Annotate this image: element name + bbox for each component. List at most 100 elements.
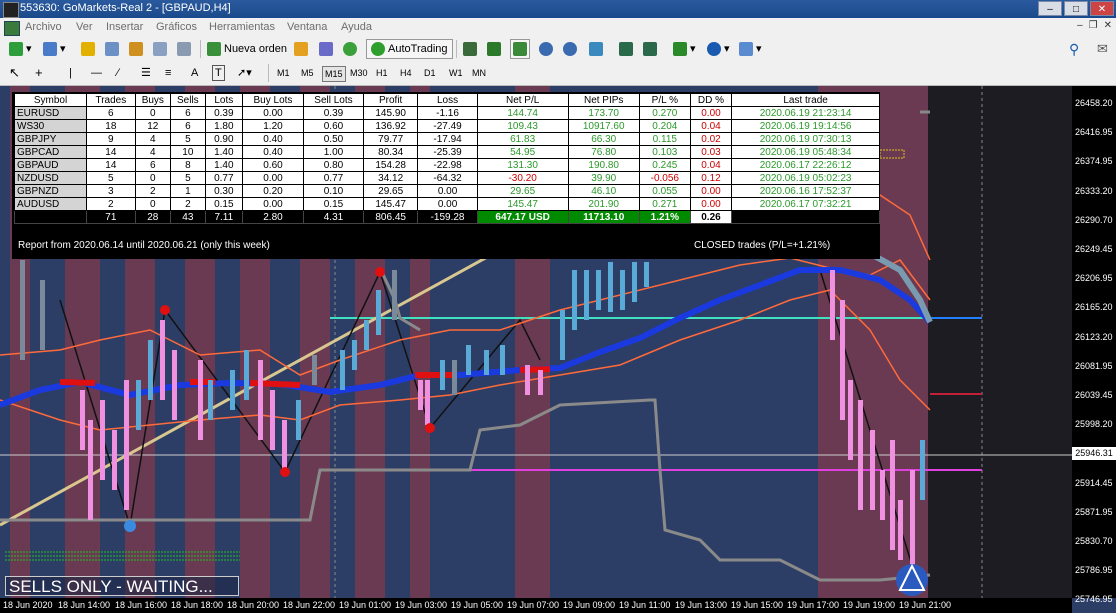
col-net-pips: Net PIPs bbox=[567, 93, 640, 107]
cell-buy-lots: 0.40 bbox=[242, 132, 304, 146]
candle bbox=[340, 350, 345, 390]
navigator-button[interactable] bbox=[128, 39, 144, 59]
fibonacci-icon[interactable]: ≡ bbox=[164, 63, 172, 83]
crosshair-tool-icon[interactable]: + bbox=[34, 63, 44, 83]
menu-ayuda[interactable]: Ayuda bbox=[341, 21, 372, 33]
timeframe-d1[interactable]: D1 bbox=[422, 66, 438, 80]
candle bbox=[100, 400, 105, 480]
swing-high-marker bbox=[425, 423, 435, 433]
candle bbox=[376, 290, 381, 335]
cell-sell-lots: 0.15 bbox=[302, 197, 365, 211]
meta-editor-button[interactable] bbox=[293, 39, 309, 59]
candle bbox=[632, 262, 637, 302]
close-icon[interactable]: ✕ bbox=[1090, 1, 1114, 16]
cell-net-pl: 131.30 bbox=[476, 158, 569, 172]
vertical-line-icon[interactable]: | bbox=[68, 63, 73, 83]
chart-restore-icon[interactable]: ❐ bbox=[1089, 20, 1098, 31]
candlestick-button[interactable] bbox=[486, 39, 502, 59]
terminal-button[interactable] bbox=[152, 39, 168, 59]
terminal-icon bbox=[153, 42, 167, 56]
new-chart-button[interactable]: ▾ bbox=[8, 39, 33, 59]
chart-minimize-icon[interactable]: – bbox=[1077, 20, 1083, 31]
chart-window-icon[interactable] bbox=[4, 21, 20, 36]
chart-shift-button[interactable] bbox=[618, 39, 634, 59]
signals-button[interactable] bbox=[318, 39, 334, 59]
autotrading-button[interactable]: AutoTrading bbox=[366, 39, 453, 59]
timeframe-m15[interactable]: M15 bbox=[322, 66, 346, 82]
timeframe-w1[interactable]: W1 bbox=[447, 66, 465, 80]
cell-dd-pct: 0.00 bbox=[689, 106, 733, 120]
line-chart-button[interactable] bbox=[510, 39, 530, 59]
col-loss: Loss bbox=[417, 93, 478, 107]
menu-archivo[interactable]: Archivo bbox=[25, 21, 62, 33]
candle bbox=[124, 380, 129, 510]
cell-pl-pct: -0.056 bbox=[638, 171, 691, 185]
chart-close-icon[interactable]: ✕ bbox=[1104, 20, 1112, 31]
candle bbox=[560, 310, 565, 360]
total-net-pips: 11713.10 bbox=[567, 210, 640, 224]
maximize-icon[interactable]: □ bbox=[1064, 1, 1088, 16]
text-label-icon[interactable]: T bbox=[212, 65, 225, 81]
cell-buy-lots: 0.60 bbox=[242, 158, 304, 172]
price-tick-label: 25746.95 bbox=[1075, 594, 1113, 605]
tester-button[interactable] bbox=[176, 39, 192, 59]
stats-row: GBPCAD 14 4 10 1.40 0.40 1.00 80.34 -25.39 54.95 7… bbox=[13, 145, 880, 159]
minimize-icon[interactable]: – bbox=[1038, 1, 1062, 16]
zoom-out-button[interactable] bbox=[562, 39, 578, 59]
cell-net-pips: 66.30 bbox=[567, 132, 640, 146]
candle bbox=[596, 270, 601, 310]
col-pl-pct: P/L % bbox=[638, 93, 691, 107]
text-icon[interactable]: A bbox=[190, 63, 199, 83]
market-watch-button[interactable] bbox=[80, 39, 96, 59]
candle bbox=[848, 380, 853, 460]
cell-last-trade: 2020.06.17 22:26:12 bbox=[731, 158, 880, 172]
templates-button[interactable]: ▾ bbox=[738, 39, 763, 59]
timeframe-m5[interactable]: M5 bbox=[299, 66, 316, 80]
cell-pl-pct: 0.271 bbox=[638, 197, 691, 211]
cell-sell-lots: 0.39 bbox=[302, 106, 365, 120]
cell-dd-pct: 0.04 bbox=[689, 158, 733, 172]
arrows-icon[interactable]: ➚▾ bbox=[236, 63, 253, 83]
cell-last-trade: 2020.06.17 07:32:21 bbox=[731, 197, 880, 211]
total-sells: 43 bbox=[170, 210, 206, 224]
chat-icon[interactable]: ✉ bbox=[1096, 39, 1109, 59]
data-window-button[interactable] bbox=[104, 39, 120, 59]
bar-chart-button[interactable] bbox=[462, 39, 478, 59]
timeframe-m1[interactable]: M1 bbox=[275, 66, 292, 80]
tile-windows-icon bbox=[589, 42, 603, 56]
tile-windows-button[interactable] bbox=[588, 39, 604, 59]
profiles-button[interactable]: ▾ bbox=[42, 39, 67, 59]
timeframe-h4[interactable]: H4 bbox=[398, 66, 414, 80]
cell-sell-lots: 0.80 bbox=[302, 158, 365, 172]
channel-icon[interactable]: ☰ bbox=[140, 63, 152, 83]
search-icon[interactable]: ⚲ bbox=[1068, 39, 1080, 59]
menu-graficos[interactable]: Gráficos bbox=[156, 21, 197, 33]
col-buy-lots: Buy Lots bbox=[242, 93, 304, 107]
market-button[interactable] bbox=[342, 39, 358, 59]
new-order-button[interactable]: Nueva orden bbox=[206, 39, 288, 59]
cell-lots: 1.40 bbox=[204, 145, 244, 159]
price-tick-label: 26290.70 bbox=[1075, 214, 1113, 225]
timeframe-mn[interactable]: MN bbox=[470, 66, 488, 80]
menu-herramientas[interactable]: Herramientas bbox=[209, 21, 275, 33]
cell-dd-pct: 0.02 bbox=[689, 132, 733, 146]
trendline-icon[interactable]: ∕ bbox=[116, 63, 120, 83]
cell-trades: 6 bbox=[86, 106, 136, 120]
zoom-in-button[interactable] bbox=[538, 39, 554, 59]
menu-ventana[interactable]: Ventana bbox=[287, 21, 327, 33]
timeframe-h1[interactable]: H1 bbox=[374, 66, 390, 80]
templates-icon bbox=[739, 42, 753, 56]
periods-button[interactable]: ▾ bbox=[706, 39, 731, 59]
auto-scroll-button[interactable] bbox=[642, 39, 658, 59]
menu-insertar[interactable]: Insertar bbox=[106, 21, 143, 33]
cell-profit: 145.90 bbox=[363, 106, 419, 120]
menu-ver[interactable]: Ver bbox=[76, 21, 93, 33]
horizontal-line-icon[interactable]: — bbox=[90, 63, 103, 83]
col-symbol: Symbol bbox=[13, 93, 88, 107]
market-watch-icon bbox=[81, 42, 95, 56]
price-tick-label: 26416.95 bbox=[1075, 127, 1113, 138]
timeframe-m30[interactable]: M30 bbox=[348, 66, 370, 80]
cursor-icon[interactable]: ↖ bbox=[8, 63, 21, 83]
indicators-button[interactable]: ▾ bbox=[672, 39, 697, 59]
ma-red-segment bbox=[519, 366, 551, 373]
